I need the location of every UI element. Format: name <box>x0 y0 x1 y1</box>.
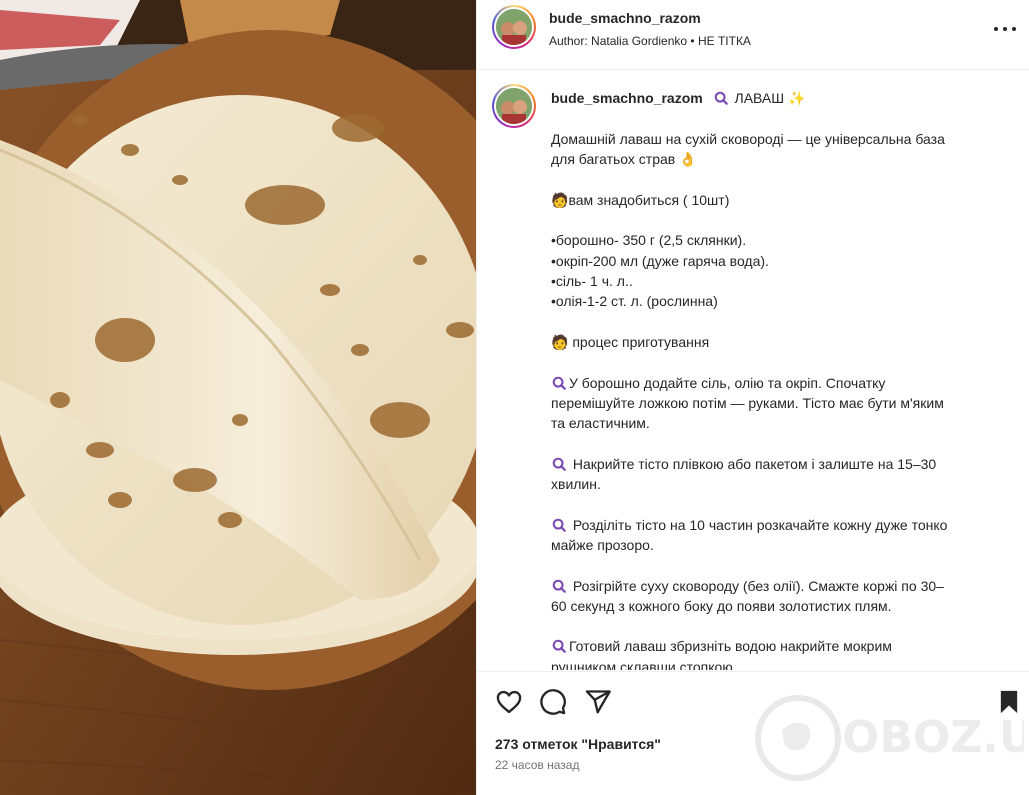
caption-line: майже прозоро. <box>551 536 654 553</box>
magnifier-emoji-icon <box>552 518 566 532</box>
avatar-image <box>496 9 532 45</box>
sparkles-emoji-icon: ✨ <box>787 90 806 106</box>
caption-username[interactable]: bude_smachno_razom <box>551 90 703 106</box>
caption-head: bude_smachno_razom ЛАВАШ ✨ <box>551 90 805 107</box>
heart-icon[interactable] <box>495 688 523 716</box>
person-emoji-icon: 🧑 <box>551 191 569 208</box>
caption-line <box>551 312 1011 332</box>
caption-line: для багатьох страв 👌 <box>551 151 697 168</box>
caption-line <box>551 170 1011 190</box>
caption-title: ЛАВАШ <box>734 90 785 106</box>
caption-line <box>551 555 1011 575</box>
avatar[interactable] <box>492 5 536 49</box>
lavash-photo <box>0 0 476 795</box>
caption-line: •окріп-200 мл (дуже гаряча вода). <box>551 252 769 269</box>
magnifier-emoji-icon <box>714 91 728 105</box>
person-emoji-icon: 🧑 <box>551 333 569 350</box>
caption-line: Домашній лаваш на сухій сковороді — це у… <box>551 131 945 147</box>
caption-line: 🧑вам знадобиться ( 10шт) <box>551 191 730 208</box>
caption-line <box>551 616 1011 636</box>
caption-line: Розділіть тісто на 10 частин розкачайте … <box>551 515 1011 535</box>
caption-avatar[interactable] <box>492 84 536 128</box>
author-username[interactable]: bude_smachno_razom <box>549 10 701 26</box>
caption-line <box>551 433 1011 453</box>
caption-line: •олія-1-2 ст. л. (рослинна) <box>551 293 718 310</box>
caption-line: У борошно додайте сіль, олію та окріп. С… <box>551 373 1011 393</box>
caption-line: Готовий лаваш збризніть водою накрийте м… <box>551 636 1011 656</box>
post-image <box>0 0 476 795</box>
caption-line: 🧑 процес приготування <box>551 333 710 350</box>
caption-line: •сіль- 1 ч. л.. <box>551 273 633 290</box>
caption-line: Розігрійте суху сковороду (без олії). См… <box>551 576 1011 596</box>
caption-area[interactable]: bude_smachno_razom ЛАВАШ ✨ Домашній лава… <box>477 71 1029 670</box>
caption-line: перемішуйте ложкою потім — руками. Тісто… <box>551 394 944 411</box>
magnifier-emoji-icon <box>552 640 566 654</box>
caption-line: •борошно- 350 г (2,5 склянки). <box>551 232 747 249</box>
magnifier-emoji-icon <box>552 457 566 471</box>
caption-line: хвилин. <box>551 476 601 493</box>
post-actions: 273 отметок "Нравится" 22 часов назад <box>477 671 1029 795</box>
more-options-icon[interactable] <box>994 22 1016 36</box>
post-header: bude_smachno_razom Author: Natalia Gordi… <box>477 0 1029 70</box>
caption-line <box>551 352 1011 372</box>
avatar-image <box>496 88 532 124</box>
likes-count[interactable]: 273 отметок "Нравится" <box>495 736 661 752</box>
comment-icon[interactable] <box>539 688 567 716</box>
magnifier-emoji-icon <box>552 376 566 390</box>
caption-text: Домашній лаваш на сухій сковороді — це у… <box>551 129 1011 670</box>
post-detail-panel: bude_smachno_razom Author: Natalia Gordi… <box>476 0 1029 795</box>
bookmark-icon[interactable] <box>995 688 1023 716</box>
caption-line: рушником склавши стопкою. <box>551 658 737 670</box>
caption-line: Накрийте тісто плівкою або пакетом і зал… <box>551 454 1011 474</box>
caption-line <box>551 494 1011 514</box>
ok-hand-emoji-icon: 👌 <box>679 151 697 168</box>
caption-line: 60 секунд з кожного боку до появи золоти… <box>551 597 892 614</box>
share-icon[interactable] <box>584 688 612 716</box>
post-timestamp[interactable]: 22 часов назад <box>495 758 579 772</box>
caption-line <box>551 210 1011 230</box>
caption-line: та еластичним. <box>551 415 650 432</box>
post-attribution: Author: Natalia Gordienko • НЕ ТІТКА <box>549 34 751 48</box>
magnifier-emoji-icon <box>552 579 566 593</box>
